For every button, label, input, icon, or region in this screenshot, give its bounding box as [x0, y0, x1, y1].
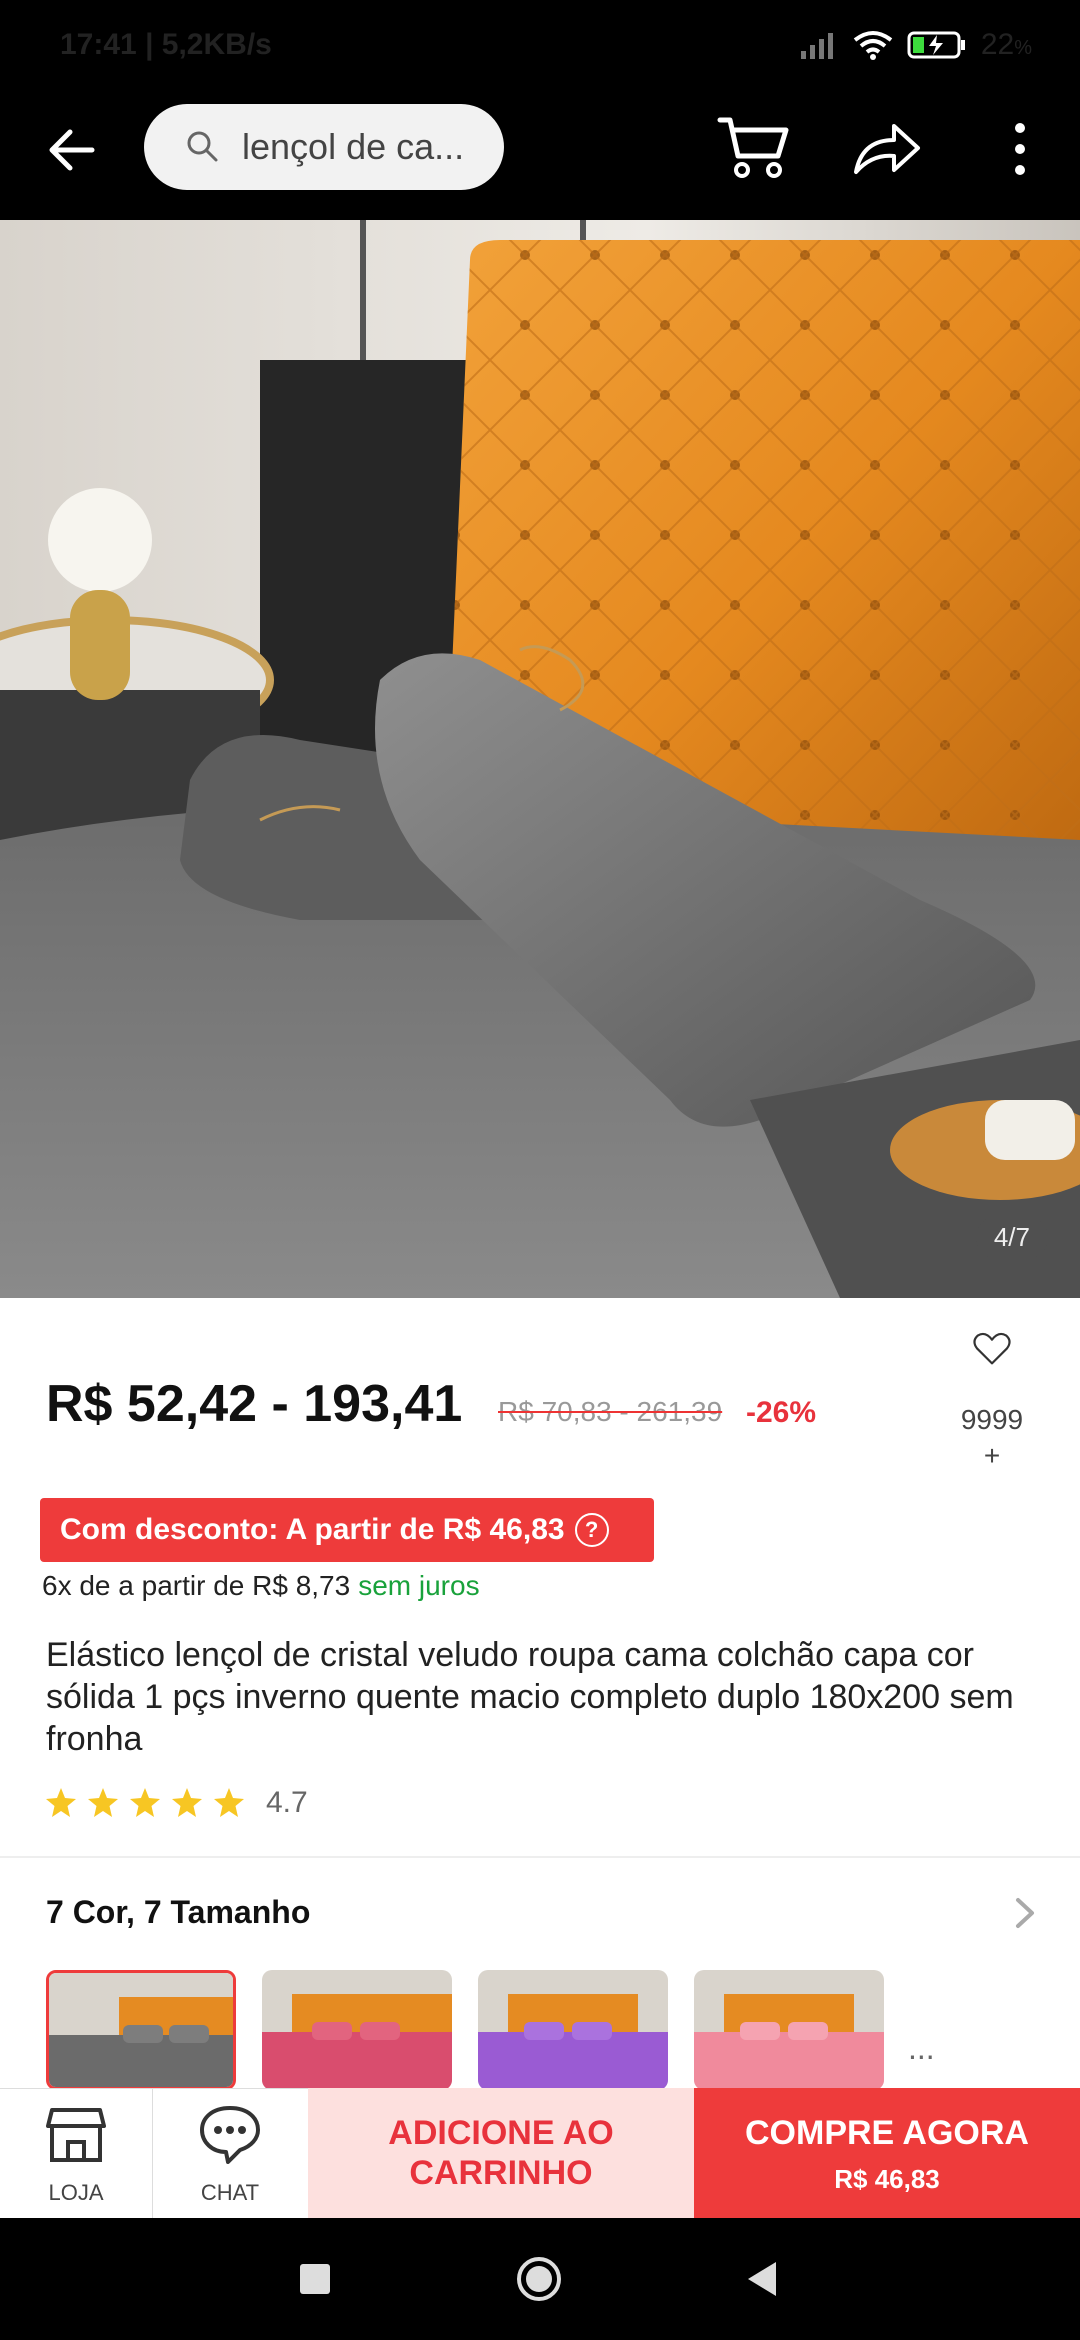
signal-icon [800, 33, 833, 59]
store-icon [46, 2108, 106, 2162]
rating-row[interactable]: 4.7 [44, 1786, 308, 1820]
variation-thumbnail[interactable] [478, 1970, 668, 2090]
heart-icon[interactable] [952, 1330, 1032, 1400]
variation-thumbnail-image [478, 1970, 668, 2090]
product-photo [0, 220, 1080, 1298]
image-counter: 4/7 [975, 1216, 1048, 1259]
back-triangle-icon[interactable] [744, 2260, 778, 2298]
cart-icon[interactable] [716, 112, 792, 182]
star-icon [130, 1788, 160, 1817]
store-label: LOJA [48, 2180, 104, 2205]
variations-title[interactable]: 7 Cor, 7 Tamanho [46, 1894, 310, 1931]
chevron-right-icon[interactable] [1010, 1896, 1040, 1930]
add-to-cart-button[interactable]: ADICIONE AO CARRINHO [308, 2088, 694, 2218]
variation-thumbnail-image [262, 1970, 452, 2090]
status-time: 17:41 | 5,2KB/s [60, 28, 272, 61]
search-query: lençol de ca... [242, 126, 465, 167]
search-input[interactable]: lençol de ca... [144, 104, 504, 190]
more-options-icon[interactable] [1000, 118, 1040, 180]
product-image[interactable] [0, 220, 1080, 1298]
add-to-cart-label: ADICIONE AO CARRINHO [388, 2114, 614, 2192]
chat-icon [200, 2106, 260, 2164]
section-divider [0, 1856, 1080, 1858]
installments-info: 6x de a partir de R$ 8,73 sem juros [42, 1570, 480, 1602]
variation-thumbnail[interactable] [694, 1970, 884, 2090]
star-icon [46, 1788, 76, 1817]
chat-button[interactable]: CHAT [153, 2088, 307, 2218]
product-title: Elástico lençol de cristal veludo roupa … [46, 1636, 1014, 1758]
favorite-count: 9999 + [960, 1404, 1024, 1471]
star-icon [88, 1788, 118, 1817]
chat-label: CHAT [200, 2180, 260, 2205]
rating-value: 4.7 [266, 1786, 308, 1819]
buy-now-price: R$ 46,83 [834, 2164, 940, 2194]
home-icon[interactable] [514, 2254, 564, 2304]
search-icon [187, 131, 218, 162]
buy-now-button[interactable]: COMPRE AGORA R$ 46,83 [694, 2088, 1080, 2218]
variation-thumbnail-image [694, 1970, 884, 2090]
installments-free-label: sem juros [358, 1570, 480, 1601]
battery-icon [907, 31, 965, 59]
variation-thumbnail[interactable] [46, 1970, 236, 2090]
price-range: R$ 52,42 - 193,41 [46, 1375, 463, 1433]
variation-thumbnail-image [49, 1973, 233, 2087]
discount-banner[interactable]: Com desconto: A partir de R$ 46,83 ? [40, 1498, 654, 1562]
store-button[interactable]: LOJA [0, 2088, 153, 2218]
more-variations[interactable]: ... [908, 2030, 935, 2067]
status-icons: 22% [799, 28, 1032, 62]
original-price: R$ 70,83 - 261,39 [498, 1396, 723, 1427]
star-icon [172, 1788, 202, 1817]
variation-thumbnail[interactable] [262, 1970, 452, 2090]
recent-apps-icon[interactable] [300, 2264, 330, 2294]
buy-now-label: COMPRE AGORA [745, 2114, 1029, 2152]
star-icon [214, 1788, 244, 1817]
share-icon[interactable] [852, 118, 922, 180]
wifi-icon [853, 31, 893, 60]
installments-text: 6x de a partir de R$ 8,73 [42, 1570, 351, 1601]
help-icon[interactable]: ? [574, 1513, 609, 1547]
discount-banner-text: Com desconto: A partir de R$ 46,83 [60, 1513, 565, 1546]
back-arrow-icon[interactable] [40, 118, 104, 182]
discount-percentage: -26% [746, 1396, 817, 1429]
battery-level: 22% [980, 28, 1032, 61]
